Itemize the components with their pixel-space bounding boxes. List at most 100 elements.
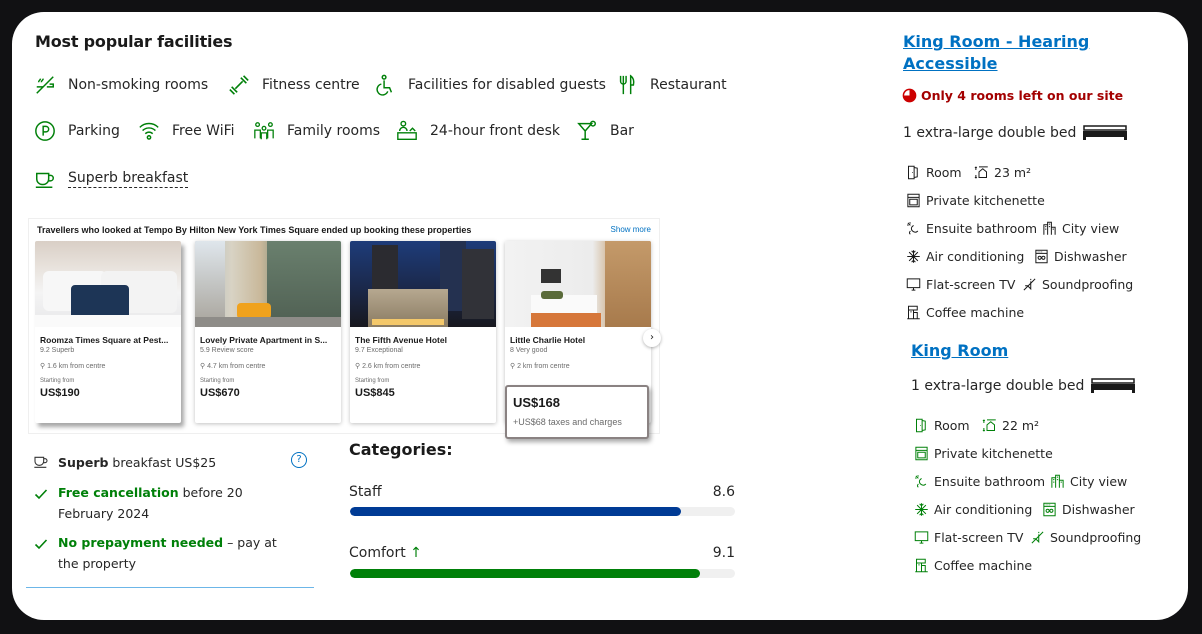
amenity-label: Air conditioning — [926, 249, 1025, 264]
amenity-label: Soundproofing — [1042, 277, 1134, 292]
property-card[interactable]: Roomza Times Square at Pest... 9.2 Super… — [35, 241, 181, 423]
starting-from-label: Starting from — [200, 378, 235, 384]
bed-text: 1 extra-large double bed — [911, 378, 1085, 394]
property-price: US$845 — [355, 387, 395, 399]
amenity-label: City view — [1070, 474, 1128, 489]
free-cancellation: Free cancellation before 20 February 202… — [58, 482, 298, 524]
facility-family: Family rooms — [251, 119, 380, 143]
amenity-view: City view — [1042, 221, 1119, 236]
front-desk-icon — [394, 119, 420, 143]
breakfast-rest: breakfast US$25 — [108, 455, 217, 470]
property-photo — [505, 241, 651, 327]
property-price: US$168 — [513, 395, 560, 410]
price-highlight[interactable]: US$168 +US$68 taxes and charges — [505, 385, 649, 439]
amenity-label: Dishwasher — [1062, 502, 1135, 517]
amenity-label: Room — [926, 165, 962, 180]
facility-label: Free WiFi — [172, 123, 235, 139]
ac-icon — [907, 250, 920, 263]
bathroom-icon — [915, 475, 927, 488]
facility-non-smoking: Non-smoking rooms — [32, 73, 208, 97]
amenity-label: Dishwasher — [1054, 249, 1127, 264]
distance-text: 2.6 km from centre — [362, 363, 421, 370]
coffee-cup-icon — [32, 167, 58, 191]
amenity-room: Room — [914, 418, 970, 433]
amenity-tv: Flat-screen TV — [906, 277, 1015, 292]
coffee-icon — [907, 305, 920, 320]
facility-label: 24-hour front desk — [430, 123, 561, 139]
amenity-size: 23 m² — [974, 165, 1031, 180]
category-label-staff: Staff — [349, 484, 382, 500]
breakfast-price: Superb breakfast US$25 — [58, 452, 216, 473]
facility-label: Bar — [610, 123, 634, 139]
facility-label: Parking — [68, 123, 120, 139]
room-icon — [916, 418, 926, 433]
amenity-dishwasher: Dishwasher — [1034, 249, 1127, 264]
taxes-text: +US$68 taxes and charges — [513, 417, 622, 427]
facility-fitness: Fitness centre — [226, 73, 360, 97]
amenity-soundproofing: Soundproofing — [1030, 530, 1141, 545]
facilities-title: Most popular facilities — [35, 32, 233, 51]
facility-breakfast[interactable]: Superb breakfast — [32, 167, 189, 191]
facility-label: Non-smoking rooms — [68, 77, 209, 93]
help-icon[interactable]: ? — [291, 452, 307, 468]
facility-label: Fitness centre — [262, 77, 360, 93]
amenity-tv: Flat-screen TV — [914, 530, 1023, 545]
carousel-next-button[interactable]: › — [643, 329, 661, 347]
amenity-label: Air conditioning — [934, 502, 1033, 517]
cancellation-bold: Free cancellation — [58, 485, 179, 500]
carousel-title: Travellers who looked at Tempo By Hilton… — [37, 225, 472, 235]
amenity-coffee: Coffee machine — [914, 558, 1032, 573]
amenity-ac: Air conditioning — [914, 502, 1032, 517]
wifi-icon — [136, 119, 162, 143]
bathroom-icon — [907, 222, 919, 235]
facility-front-desk: 24-hour front desk — [394, 119, 560, 143]
distance-text: 4.7 km from centre — [207, 363, 266, 370]
amenity-label: 23 m² — [994, 165, 1032, 180]
property-name: The Fifth Avenue Hotel — [355, 335, 447, 345]
property-card[interactable]: The Fifth Avenue Hotel 9.7 Exceptional ⚲… — [350, 241, 496, 423]
scarcity-message: Only 4 rooms left on our site — [902, 88, 1123, 103]
property-distance: ⚲ 2.6 km from centre — [355, 363, 421, 370]
property-distance: ⚲ 1.6 km from centre — [40, 363, 106, 370]
bed-info: 1 extra-large double bed — [903, 125, 1128, 141]
property-score: 8 Very good — [510, 347, 548, 354]
coffee-icon — [915, 558, 928, 573]
clock-alert-icon — [902, 88, 917, 103]
category-name: Comfort — [349, 545, 406, 561]
facility-disabled: Facilities for disabled guests — [372, 73, 606, 97]
room-title-link[interactable]: King Room - Hearing Accessible — [903, 31, 1113, 75]
divider — [26, 587, 314, 588]
kitchenette-icon — [915, 446, 928, 461]
facility-restaurant: Restaurant — [614, 73, 727, 97]
category-bar-comfort — [350, 569, 735, 578]
property-name: Lovely Private Apartment in S... — [200, 335, 328, 345]
amenity-label: City view — [1062, 221, 1120, 236]
no-prepayment: No prepayment needed – pay at the proper… — [58, 532, 298, 574]
property-score: 9.7 Exceptional — [355, 347, 403, 354]
soundproofing-icon — [1023, 278, 1036, 291]
property-name: Little Charlie Hotel — [510, 335, 586, 345]
property-card[interactable]: Lovely Private Apartment in S... 5.9 Rev… — [195, 241, 341, 423]
family-icon — [251, 119, 277, 143]
kitchenette-icon — [907, 193, 920, 208]
amenity-label: Soundproofing — [1050, 530, 1142, 545]
facility-label[interactable]: Superb breakfast — [68, 170, 189, 188]
amenity-size: 22 m² — [982, 418, 1039, 433]
property-distance: ⚲ 4.7 km from centre — [200, 363, 266, 370]
soundproofing-icon — [1031, 531, 1044, 544]
amenity-bathroom: Ensuite bathroom — [906, 221, 1037, 236]
room-title-link[interactable]: King Room — [911, 340, 1008, 362]
amenity-label: Room — [934, 418, 970, 433]
amenity-ac: Air conditioning — [906, 249, 1024, 264]
category-bar-staff — [350, 507, 735, 516]
category-label-comfort: Comfort ↑ — [349, 545, 422, 561]
property-score: 9.2 Superb — [40, 347, 75, 354]
category-bar-fill — [350, 569, 701, 578]
dumbbell-icon — [226, 73, 252, 97]
no-smoking-icon — [32, 73, 58, 97]
scarcity-text: Only 4 rooms left on our site — [921, 88, 1124, 103]
checkmark-icon — [34, 486, 48, 500]
show-more-link[interactable]: Show more — [611, 225, 651, 234]
prepay-bold: No prepayment needed — [58, 535, 224, 550]
bed-text: 1 extra-large double bed — [903, 125, 1077, 141]
